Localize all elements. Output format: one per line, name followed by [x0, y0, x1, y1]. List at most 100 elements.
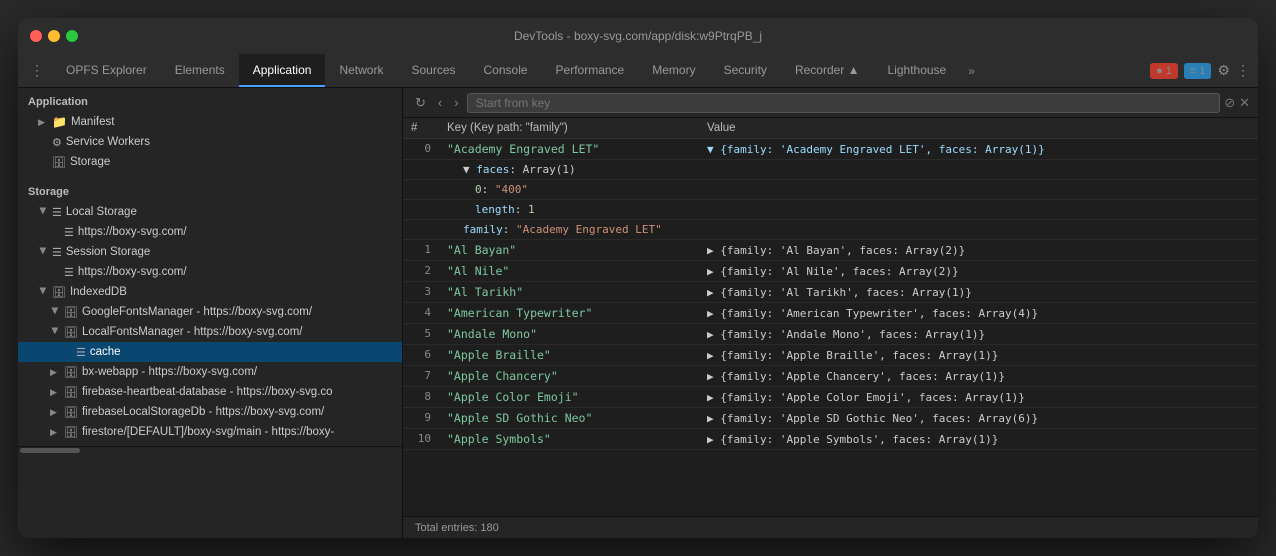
row-num: 7 — [403, 366, 439, 387]
table-header-row: # Key (Key path: "family") Value — [403, 118, 1258, 139]
message-icon: ≡ — [1190, 65, 1196, 77]
bx-webapp-label: bx-webapp - https://boxy-svg.com/ — [82, 366, 257, 378]
col-num-header: # — [403, 118, 439, 139]
sidebar-item-cache[interactable]: ☰ cache — [18, 342, 402, 362]
ss-origin-icon: ☰ — [64, 266, 74, 279]
local-storage-label: Local Storage — [66, 206, 137, 218]
row-num: 8 — [403, 387, 439, 408]
detail-text: length: 1 — [439, 200, 1258, 220]
sidebar-item-firestore[interactable]: ▶ 🗄 firestore/[DEFAULT]/boxy-svg/main - … — [18, 422, 402, 442]
close-button[interactable] — [30, 30, 42, 42]
tab-lighthouse[interactable]: Lighthouse — [874, 54, 961, 87]
table-row[interactable]: 2 "Al Nile" ▶ {family: 'Al Nile', faces:… — [403, 261, 1258, 282]
tab-opfs-explorer[interactable]: OPFS Explorer — [52, 54, 161, 87]
sidebar-item-firebase-heartbeat[interactable]: ▶ 🗄 firebase-heartbeat-database - https:… — [18, 382, 402, 402]
row-key: "Apple Braille" — [439, 345, 699, 366]
tab-performance[interactable]: Performance — [542, 54, 639, 87]
sidebar-item-firebase-storage-db[interactable]: ▶ 🗄 firebaseLocalStorageDb - https://box… — [18, 402, 402, 422]
gear-icon: ⚙ — [52, 136, 62, 149]
tab-more[interactable]: » — [960, 54, 983, 87]
indexed-db-arrow: ▶ — [38, 287, 49, 297]
lf-db-arrow: ▶ — [50, 327, 61, 337]
tab-console[interactable]: Console — [470, 54, 542, 87]
gf-db-arrow: ▶ — [50, 307, 61, 317]
row-num: 5 — [403, 324, 439, 345]
table-row[interactable]: 1 "Al Bayan" ▶ {family: 'Al Bayan', face… — [403, 240, 1258, 261]
message-badge[interactable]: ≡ 1 — [1184, 63, 1212, 79]
table-row[interactable]: 8 "Apple Color Emoji" ▶ {family: 'Apple … — [403, 387, 1258, 408]
fs-icon: 🗄 — [64, 426, 78, 439]
tab-sources[interactable]: Sources — [397, 54, 469, 87]
session-storage-icon: ☰ — [52, 246, 62, 259]
sidebar-item-local-storage[interactable]: ▶ ☰ Local Storage — [18, 202, 402, 222]
table-row[interactable]: 5 "Andale Mono" ▶ {family: 'Andale Mono'… — [403, 324, 1258, 345]
sidebar-item-service-workers[interactable]: ⚙ Service Workers — [18, 132, 402, 152]
col-value-header: Value — [699, 118, 1258, 139]
sidebar-item-local-storage-origin[interactable]: ☰ https://boxy-svg.com/ — [18, 222, 402, 242]
sidebar-item-bx-webapp[interactable]: ▶ 🗄 bx-webapp - https://boxy-svg.com/ — [18, 362, 402, 382]
sidebar-item-manifest[interactable]: ▶ 📁 Manifest — [18, 112, 402, 132]
start-from-key-input[interactable] — [467, 93, 1221, 113]
fh-arrow: ▶ — [50, 387, 60, 398]
settings-icon[interactable]: ⚙ — [1217, 62, 1230, 79]
window-title: DevTools - boxy-svg.com/app/disk:w9PtrqP… — [514, 29, 762, 43]
tab-network[interactable]: Network — [325, 54, 397, 87]
data-table-wrapper: # Key (Key path: "family") Value 0 "Acad… — [403, 118, 1258, 516]
titlebar: DevTools - boxy-svg.com/app/disk:w9PtrqP… — [18, 18, 1258, 54]
refresh-button[interactable]: ↻ — [411, 93, 430, 113]
table-row[interactable]: 7 "Apple Chancery" ▶ {family: 'Apple Cha… — [403, 366, 1258, 387]
more-options-icon[interactable]: ⋮ — [1236, 62, 1250, 79]
clear-icon[interactable]: ⊘ — [1224, 95, 1235, 111]
row-value: ▶ {family: 'American Typewriter', faces:… — [699, 303, 1258, 324]
storage-icon: 🗄 — [52, 156, 66, 169]
firestore-label: firestore/[DEFAULT]/boxy-svg/main - http… — [82, 426, 334, 438]
table-toolbar: ↻ ‹ › ⊘ ✕ — [403, 88, 1258, 118]
table-row[interactable]: 3 "Al Tarikh" ▶ {family: 'Al Tarikh', fa… — [403, 282, 1258, 303]
table-row-detail: ▼ faces: Array(1) — [403, 160, 1258, 180]
sidebar-item-indexed-db[interactable]: ▶ 🗄 IndexedDB — [18, 282, 402, 302]
tab-recorder[interactable]: Recorder ▲ — [781, 54, 874, 87]
table-row-detail: length: 1 — [403, 200, 1258, 220]
prev-button[interactable]: ‹ — [434, 93, 446, 112]
tab-menu-icon[interactable]: ⋮ — [22, 54, 52, 87]
ls-origin-icon: ☰ — [64, 226, 74, 239]
row-key: "Academy Engraved LET" — [439, 139, 699, 160]
table-row[interactable]: 9 "Apple SD Gothic Neo" ▶ {family: 'Appl… — [403, 408, 1258, 429]
row-num: 4 — [403, 303, 439, 324]
fls-icon: 🗄 — [64, 406, 78, 419]
tab-security[interactable]: Security — [710, 54, 781, 87]
row-value: ▼ {family: 'Academy Engraved LET', faces… — [699, 139, 1258, 160]
tab-application[interactable]: Application — [239, 54, 326, 87]
sidebar-item-google-fonts-db[interactable]: ▶ 🗄 GoogleFontsManager - https://boxy-sv… — [18, 302, 402, 322]
detail-num — [403, 160, 439, 180]
sidebar-scrolltrack — [18, 446, 402, 454]
table-row[interactable]: 6 "Apple Braille" ▶ {family: 'Apple Brai… — [403, 345, 1258, 366]
sidebar-scrollthumb[interactable] — [20, 448, 80, 453]
table-row[interactable]: 10 "Apple Symbols" ▶ {family: 'Apple Sym… — [403, 429, 1258, 450]
table-row-detail: family: "Academy Engraved LET" — [403, 220, 1258, 240]
table-row[interactable]: 4 "American Typewriter" ▶ {family: 'Amer… — [403, 303, 1258, 324]
fs-arrow: ▶ — [50, 427, 60, 438]
tab-elements[interactable]: Elements — [161, 54, 239, 87]
sidebar-item-local-fonts-db[interactable]: ▶ 🗄 LocalFontsManager - https://boxy-svg… — [18, 322, 402, 342]
row-num: 3 — [403, 282, 439, 303]
table-row[interactable]: 0 "Academy Engraved LET" ▼ {family: 'Aca… — [403, 139, 1258, 160]
detail-num — [403, 220, 439, 240]
error-badge[interactable]: ● 1 — [1150, 63, 1178, 79]
next-button[interactable]: › — [450, 93, 462, 112]
table-row-detail: 0: "400" — [403, 180, 1258, 200]
sidebar-item-session-storage[interactable]: ▶ ☰ Session Storage — [18, 242, 402, 262]
detail-num — [403, 180, 439, 200]
close-icon[interactable]: ✕ — [1239, 95, 1250, 111]
sidebar-item-session-storage-origin[interactable]: ☰ https://boxy-svg.com/ — [18, 262, 402, 282]
tab-memory[interactable]: Memory — [638, 54, 709, 87]
manifest-label: Manifest — [71, 116, 114, 128]
minimize-button[interactable] — [48, 30, 60, 42]
firebase-heartbeat-label: firebase-heartbeat-database - https://bo… — [82, 386, 333, 398]
sidebar-item-storage-node[interactable]: 🗄 Storage — [18, 152, 402, 172]
cache-icon: ☰ — [76, 346, 86, 359]
service-workers-label: Service Workers — [66, 136, 150, 148]
maximize-button[interactable] — [66, 30, 78, 42]
message-count: 1 — [1199, 65, 1205, 77]
sidebar: Application ▶ 📁 Manifest ⚙ Service Worke… — [18, 88, 403, 538]
